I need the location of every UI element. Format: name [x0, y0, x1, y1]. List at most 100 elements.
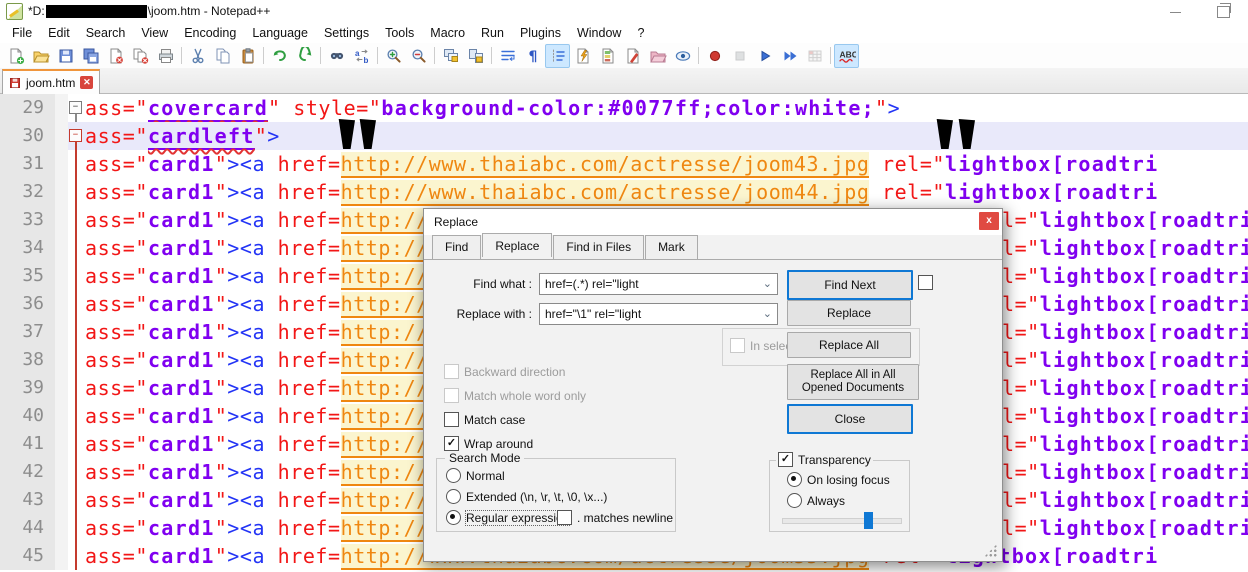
macro-save-icon[interactable] [802, 44, 827, 68]
bookmark-margin[interactable] [55, 234, 68, 262]
replace-with-combobox[interactable]: href="\1" rel="light⌄ [539, 303, 778, 325]
bookmark-margin[interactable] [55, 290, 68, 318]
dialog-tab-find[interactable]: Find [432, 235, 481, 259]
bookmark-margin[interactable] [55, 514, 68, 542]
bookmark-margin[interactable] [55, 94, 68, 122]
undo-icon[interactable] [267, 44, 292, 68]
replace-all-in-all-opened-button[interactable]: Replace All in All Opened Documents [787, 364, 919, 400]
redo-icon[interactable] [292, 44, 317, 68]
fold-margin[interactable] [68, 206, 85, 234]
dialog-tab-replace[interactable]: Replace [482, 233, 552, 257]
close-all-files-icon[interactable] [128, 44, 153, 68]
word-wrap-icon[interactable] [495, 44, 520, 68]
code-text[interactable]: ass="card1"><a href=http://www.thaiabc.c… [85, 150, 1248, 178]
save-file-icon[interactable] [53, 44, 78, 68]
sync-vertical-scroll-icon[interactable] [438, 44, 463, 68]
transparency-checkbox[interactable]: Transparency [776, 452, 873, 467]
print-icon[interactable] [153, 44, 178, 68]
bookmark-margin[interactable] [55, 206, 68, 234]
find-icon[interactable] [324, 44, 349, 68]
fold-margin[interactable] [68, 178, 85, 206]
macro-play-icon[interactable] [752, 44, 777, 68]
menu-item-run[interactable]: Run [473, 24, 512, 42]
macro-stop-icon[interactable] [727, 44, 752, 68]
tab-close-icon[interactable]: ✕ [80, 76, 93, 89]
paste-icon[interactable] [235, 44, 260, 68]
minimize-button[interactable] [1170, 4, 1183, 17]
bookmark-margin[interactable] [55, 178, 68, 206]
transparency-slider-thumb[interactable] [864, 512, 873, 529]
spell-check-icon[interactable]: ABC [834, 44, 859, 68]
menu-item-file[interactable]: File [4, 24, 40, 42]
chevron-down-icon[interactable]: ⌄ [763, 304, 772, 324]
bookmark-margin[interactable] [55, 122, 68, 150]
fold-margin[interactable] [68, 514, 85, 542]
wrap-around-checkbox[interactable]: Wrap around [444, 436, 533, 451]
bookmark-margin[interactable] [55, 374, 68, 402]
replace-all-button[interactable]: Replace All [787, 332, 911, 358]
bookmark-margin[interactable] [55, 318, 68, 346]
dialog-close-icon[interactable]: x [979, 212, 999, 230]
replace-dialog-titlebar[interactable]: Replace x [424, 209, 1002, 235]
fold-margin[interactable] [68, 458, 85, 486]
save-all-icon[interactable] [78, 44, 103, 68]
dialog-resize-grip[interactable] [984, 544, 997, 557]
close-button[interactable]: Close [787, 404, 913, 434]
show-indent-guide-icon[interactable] [545, 44, 570, 68]
bookmark-margin[interactable] [55, 486, 68, 514]
tab-joom-htm[interactable]: joom.htm✕ [2, 69, 100, 94]
fold-collapse-icon[interactable]: − [69, 129, 82, 142]
cut-icon[interactable] [185, 44, 210, 68]
bookmark-margin[interactable] [55, 458, 68, 486]
chevron-down-icon[interactable]: ⌄ [763, 274, 772, 294]
menu-item-encoding[interactable]: Encoding [176, 24, 244, 42]
menu-item-search[interactable]: Search [78, 24, 134, 42]
zoom-out-icon[interactable] [406, 44, 431, 68]
fold-margin[interactable] [68, 374, 85, 402]
close-file-icon[interactable] [103, 44, 128, 68]
bookmark-margin[interactable] [55, 430, 68, 458]
sync-horizontal-scroll-icon[interactable] [463, 44, 488, 68]
menu-item-edit[interactable]: Edit [40, 24, 78, 42]
dialog-tab-find-in-files[interactable]: Find in Files [553, 235, 644, 259]
new-file-icon[interactable] [3, 44, 28, 68]
menu-item-language[interactable]: Language [244, 24, 316, 42]
bookmark-margin[interactable] [55, 346, 68, 374]
fold-margin[interactable]: − [68, 94, 85, 122]
restore-button[interactable] [1217, 6, 1230, 18]
search-mode-extended-radio[interactable]: Extended (\n, \r, \t, \0, \x...) [446, 489, 607, 504]
copy-icon[interactable] [210, 44, 235, 68]
bookmark-margin[interactable] [55, 262, 68, 290]
code-text[interactable]: ass="cardleft"> [85, 122, 1248, 150]
fold-margin[interactable] [68, 290, 85, 318]
menu-item-macro[interactable]: Macro [422, 24, 473, 42]
fold-collapse-icon[interactable]: − [69, 101, 82, 114]
backward-direction-checkbox[interactable]: Backward direction [444, 364, 565, 379]
macro-record-icon[interactable] [702, 44, 727, 68]
transparency-always-radio[interactable]: Always [787, 493, 845, 508]
menu-item-plugins[interactable]: Plugins [512, 24, 569, 42]
zoom-in-icon[interactable] [381, 44, 406, 68]
find-next-button[interactable]: Find Next [787, 270, 913, 300]
find-what-combobox[interactable]: href=(.*) rel="light⌄ [539, 273, 778, 295]
match-case-checkbox[interactable]: Match case [444, 412, 525, 427]
fold-margin[interactable] [68, 346, 85, 374]
fold-margin[interactable]: − [68, 122, 85, 150]
open-file-icon[interactable] [28, 44, 53, 68]
fold-margin[interactable] [68, 150, 85, 178]
dialog-tab-mark[interactable]: Mark [645, 235, 698, 259]
menu-item-window[interactable]: Window [569, 24, 629, 42]
show-all-characters-icon[interactable]: ¶ [520, 44, 545, 68]
document-list-icon[interactable] [620, 44, 645, 68]
fold-margin[interactable] [68, 262, 85, 290]
menu-item-tools[interactable]: Tools [377, 24, 422, 42]
menu-item-[interactable]: ? [629, 24, 652, 42]
folder-as-workspace-icon[interactable] [645, 44, 670, 68]
matches-newline-checkbox[interactable]: . matches newline [557, 510, 673, 525]
bookmark-margin[interactable] [55, 542, 68, 570]
file-monitoring-icon[interactable] [670, 44, 695, 68]
search-mode-normal-radio[interactable]: Normal [446, 468, 505, 483]
bookmark-margin[interactable] [55, 150, 68, 178]
macro-run-multiple-icon[interactable] [777, 44, 802, 68]
replace-button[interactable]: Replace [787, 300, 911, 326]
